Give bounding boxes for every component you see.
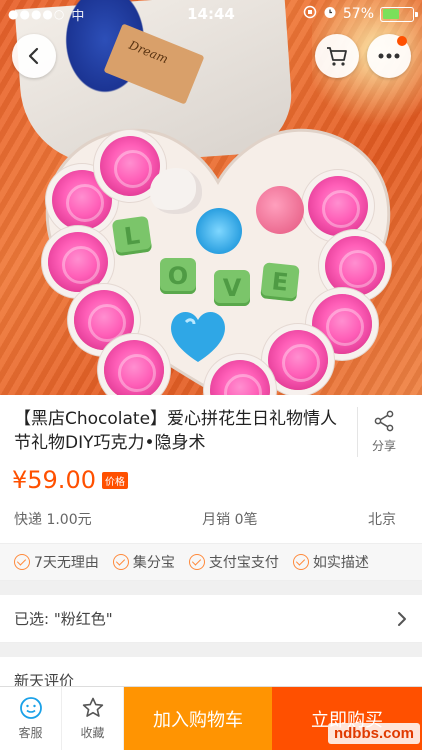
service-icon [19,697,42,719]
monthly-sales: 月销 0笔 [202,512,258,528]
section-divider [0,643,422,657]
cart-button[interactable] [315,34,359,78]
chevron-left-icon [28,47,39,65]
promise-item: 支付宝支付 [188,552,279,572]
letter-chocolate: V [214,270,250,306]
more-button[interactable] [367,34,411,78]
blue-heart-chocolate [166,306,230,366]
selected-variant-label: 已选: "粉红色" [14,610,113,628]
title-row: 【黑店Chocolate】爱心拼花生日礼物情人节礼物DIY巧克力•隐身术 分享 [0,395,422,457]
status-bar: ●●●●○ 中 14:44 57% [0,0,422,28]
promise-label: 如实描述 [312,555,369,571]
blue-flower-chocolate [196,208,242,254]
promise-item: 7天无理由 [14,552,99,572]
chocolate-rose [308,176,368,236]
chocolate-rose [268,330,328,390]
price: ¥59.00 [12,466,96,494]
promise-label: 7天无理由 [34,555,99,571]
shipping-fee: 快递 1.00元 [14,512,92,528]
bottom-action-bar: 客服 收藏 加入购物车 立即购买 ndbbs.com [0,686,422,750]
check-circle-icon [112,554,129,570]
section-divider [0,581,422,595]
price-row: ¥59.00 价格 [0,457,422,495]
selected-variant-row[interactable]: 已选: "粉红色" [0,595,422,643]
cow-chocolate [150,168,202,214]
check-circle-icon [188,554,205,570]
share-icon [374,410,394,432]
service-promises[interactable]: 7天无理由 集分宝 支付宝支付 如实描述 [0,543,422,581]
meta-row: 快递 1.00元 月销 0笔 北京 [0,495,422,541]
battery-icon [380,6,418,22]
favorite-label: 收藏 [80,726,105,740]
promise-item: 如实描述 [292,552,369,572]
site-watermark: ndbbs.com [327,723,420,744]
add-to-cart-button[interactable]: 加入购物车 [124,687,272,750]
service-label: 客服 [18,726,43,740]
customer-service-button[interactable]: 客服 [0,687,62,750]
letter-chocolate: O [160,258,196,294]
chocolate-rose [104,340,164,395]
notification-dot [397,36,407,46]
share-label: 分享 [371,439,396,453]
letter-chocolate: E [260,262,300,302]
back-button[interactable] [12,34,56,78]
pig-chocolate [256,186,304,234]
check-circle-icon [292,554,309,570]
chocolate-rose [325,236,385,296]
chevron-right-icon [398,611,406,626]
battery-fill [382,9,400,19]
promise-item: 集分宝 [112,552,175,572]
promise-label: 支付宝支付 [208,555,279,571]
letter-chocolate: L [111,215,153,257]
product-info: 【黑店Chocolate】爱心拼花生日礼物情人节礼物DIY巧克力•隐身术 分享 … [0,395,422,690]
more-dots-icon [378,53,400,59]
favorite-button[interactable]: 收藏 [62,687,124,750]
clock: 14:44 [187,5,235,23]
check-circle-icon [14,554,30,570]
star-icon [82,697,103,717]
chocolate-rose [48,232,108,292]
price-tag: 价格 [101,471,128,489]
cart-icon [327,47,347,66]
promise-label: 集分宝 [132,555,175,571]
product-title: 【黑店Chocolate】爱心拼花生日礼物情人节礼物DIY巧克力•隐身术 [14,407,358,457]
location: 北京 [367,512,396,528]
share-button[interactable]: 分享 [358,407,410,457]
buy-now-button[interactable]: 立即购买 ndbbs.com [272,687,422,750]
